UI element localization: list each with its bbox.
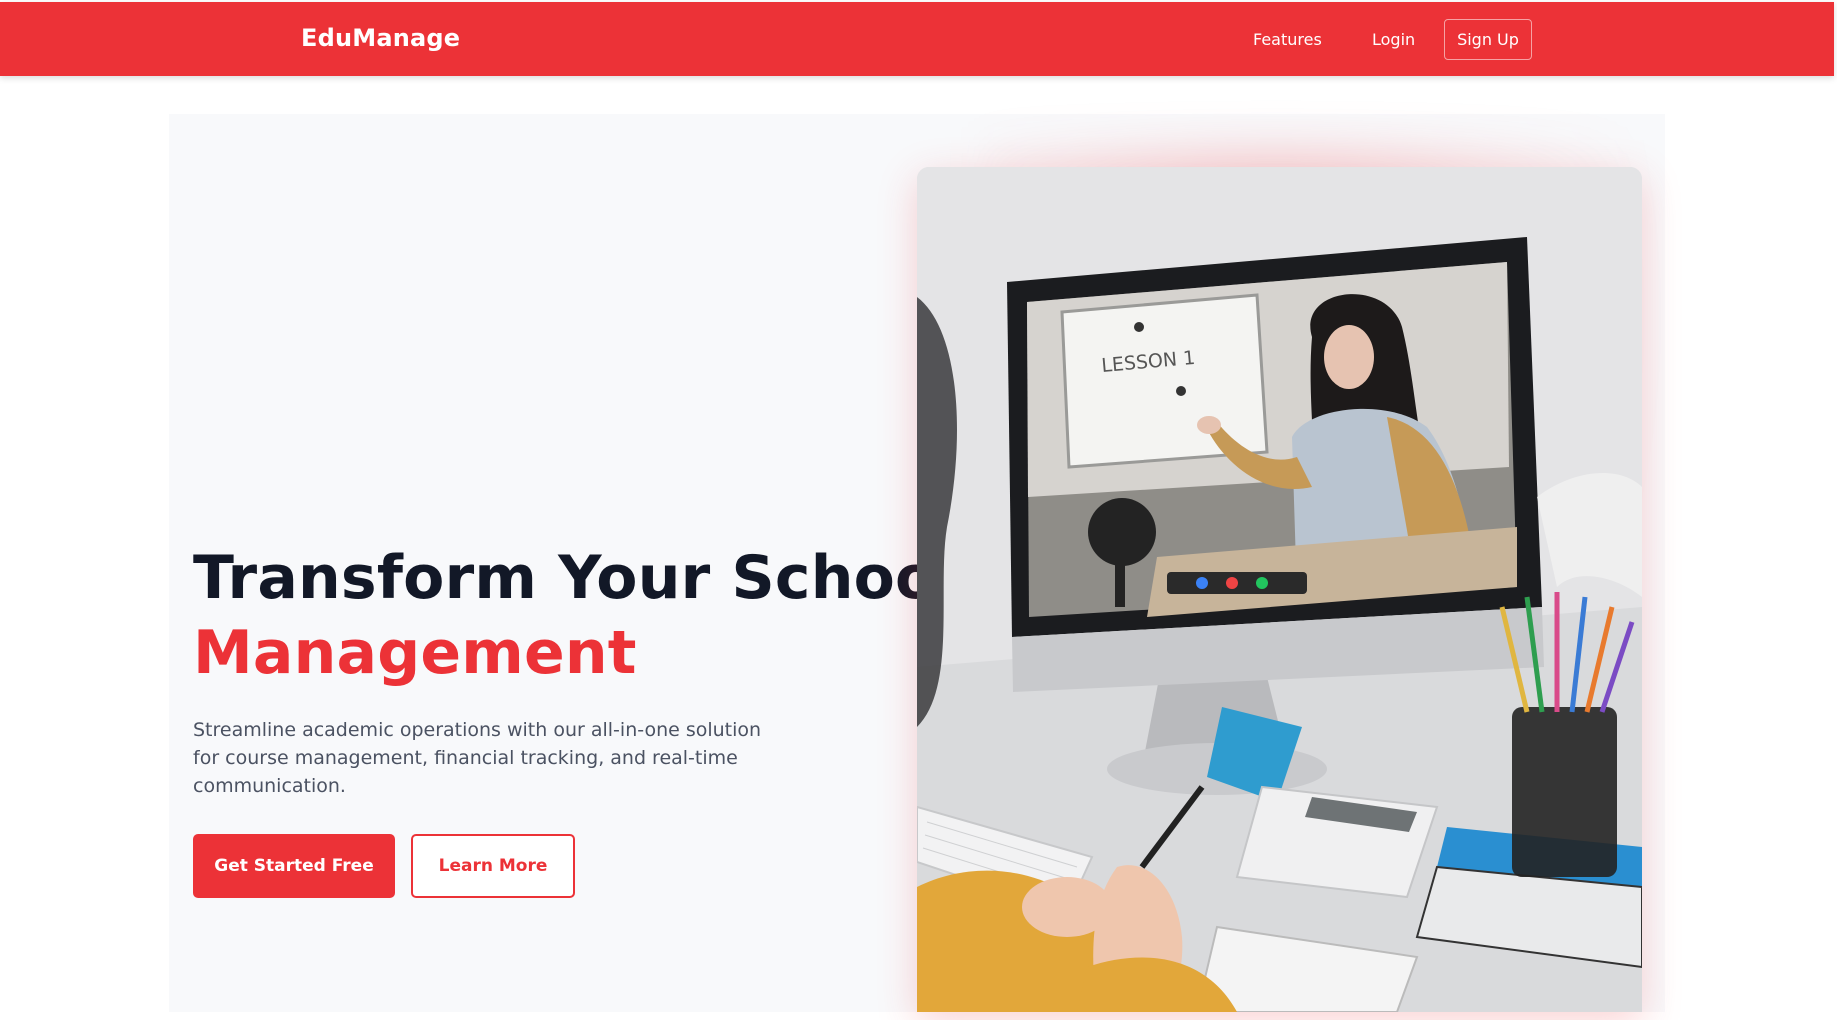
hero-image: LESSON 1 <box>917 167 1642 1012</box>
nav-link-features[interactable]: Features <box>1253 30 1322 49</box>
sign-up-button[interactable]: Sign Up <box>1444 19 1532 60</box>
get-started-button[interactable]: Get Started Free <box>193 834 395 898</box>
top-navbar: EduManage Features Login Sign Up <box>0 2 1834 76</box>
brand-logo[interactable]: EduManage <box>301 24 460 52</box>
learn-more-button[interactable]: Learn More <box>411 834 575 898</box>
hero-title-accent: Management <box>193 618 637 688</box>
hero-illustration: LESSON 1 <box>917 167 1642 1012</box>
nav-link-login[interactable]: Login <box>1372 30 1415 49</box>
hero-title-line1: Transform Your School <box>193 543 958 613</box>
hero-subtitle: Streamline academic operations with our … <box>193 719 762 797</box>
hero-title: Transform Your School Management <box>193 541 957 691</box>
